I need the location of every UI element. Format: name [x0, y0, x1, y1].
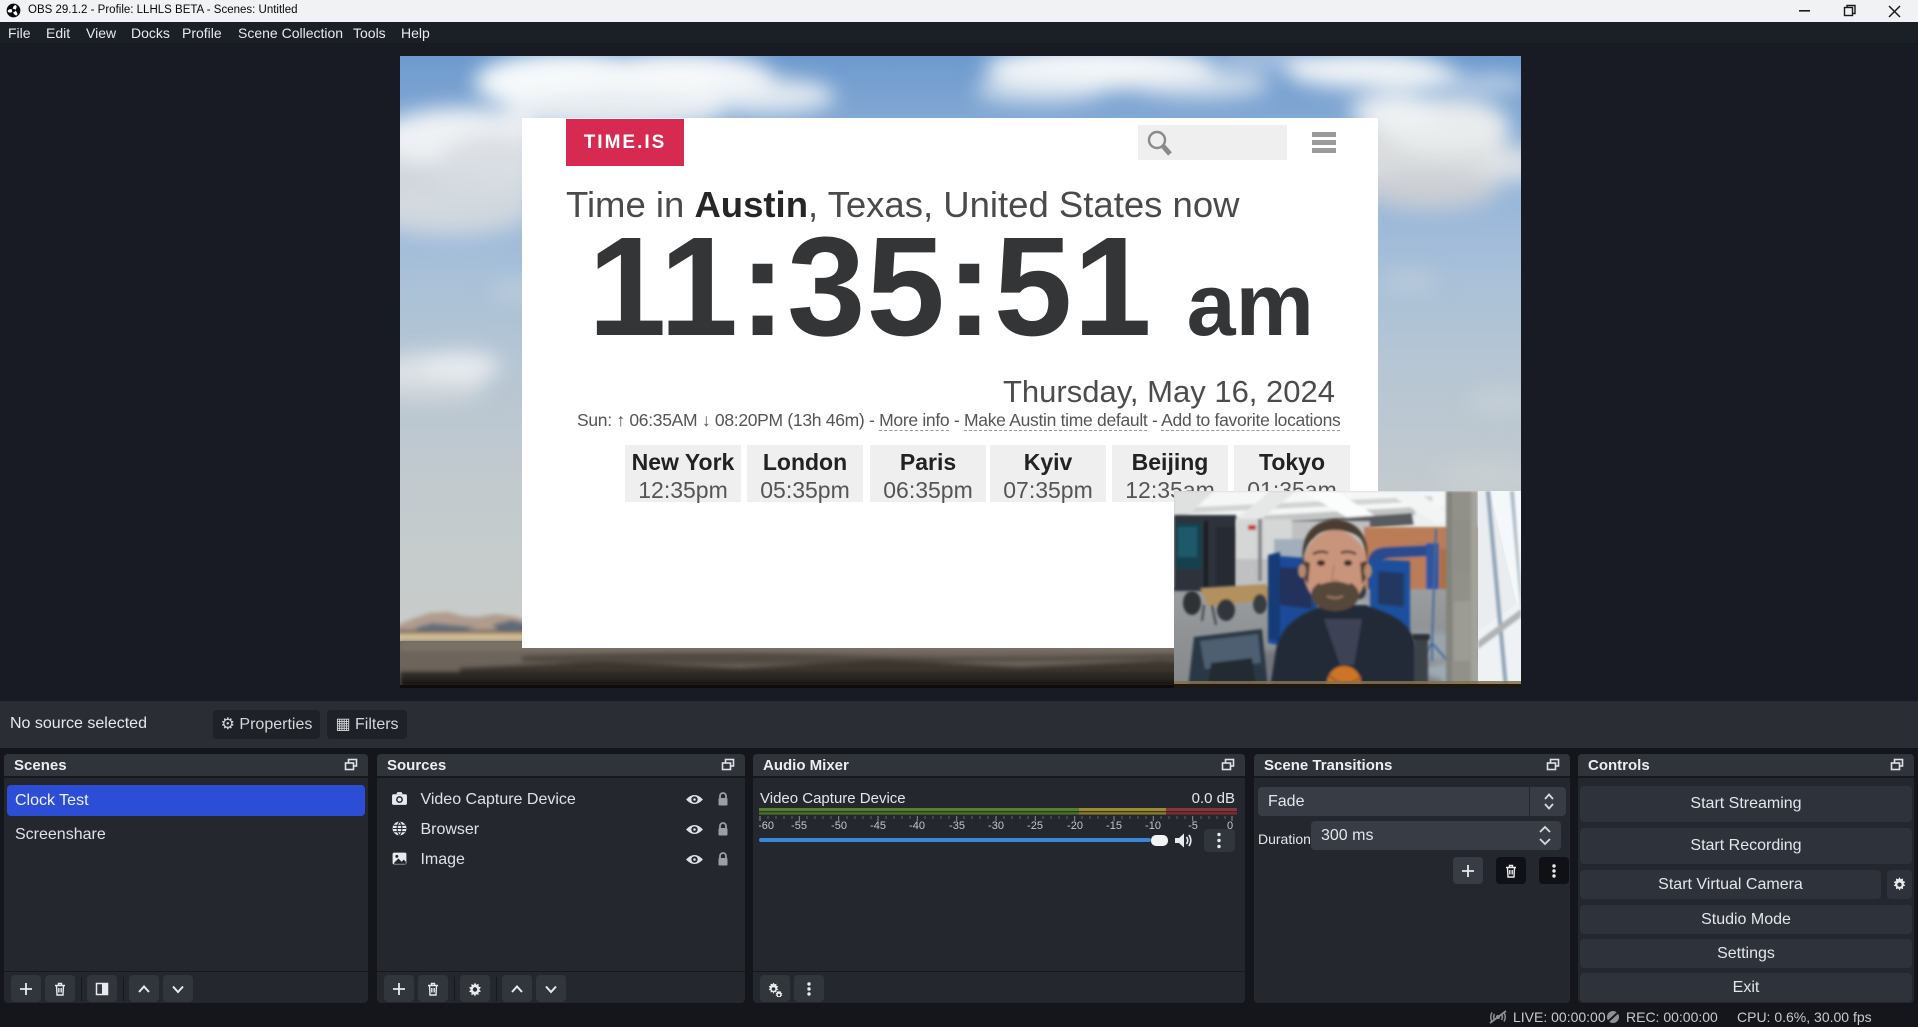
svg-text:-50: -50	[831, 820, 847, 832]
svg-text:-60: -60	[759, 820, 774, 832]
svg-text:-45: -45	[870, 820, 886, 832]
svg-text:-30: -30	[988, 820, 1004, 832]
svg-text:-15: -15	[1106, 820, 1122, 832]
svg-text:-35: -35	[949, 820, 965, 832]
svg-text:-20: -20	[1067, 820, 1083, 832]
svg-text:-10: -10	[1145, 820, 1161, 832]
svg-text:-25: -25	[1027, 820, 1043, 832]
svg-text:-5: -5	[1188, 820, 1198, 832]
svg-text:-40: -40	[909, 820, 925, 832]
svg-text:-55: -55	[791, 820, 807, 832]
